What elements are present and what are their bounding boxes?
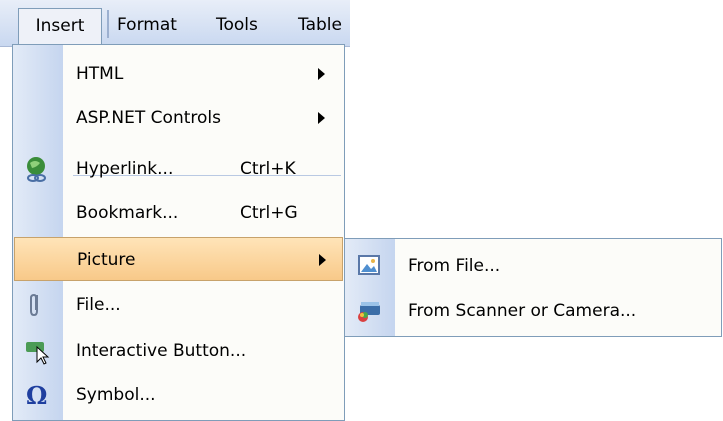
menu-item-hyperlink[interactable]: Hyperlink... Ctrl+K bbox=[13, 147, 344, 191]
menu-item-html[interactable]: HTML bbox=[13, 52, 344, 96]
menu-item-label: Picture bbox=[77, 250, 136, 270]
submenu-arrow-icon bbox=[318, 112, 325, 124]
menu-insert[interactable]: Insert bbox=[18, 8, 102, 44]
menu-item-label: From File... bbox=[408, 256, 501, 276]
menu-item-picture[interactable]: Picture bbox=[14, 237, 343, 281]
menu-item-label: Bookmark... bbox=[76, 203, 179, 223]
menu-item-from-scanner[interactable]: From Scanner or Camera... bbox=[345, 289, 721, 333]
menu-item-label: HTML bbox=[76, 64, 124, 84]
insert-menu: HTML ASP.NET Controls Hyperlink... Ctrl+… bbox=[12, 44, 345, 421]
menu-tools[interactable]: Tools bbox=[216, 13, 258, 37]
paperclip-icon bbox=[23, 291, 51, 319]
menu-bar: Insert Format Tools Table bbox=[0, 0, 350, 47]
submenu-arrow-icon bbox=[319, 254, 326, 266]
menu-item-bookmark[interactable]: Bookmark... Ctrl+G bbox=[13, 191, 344, 235]
menu-item-symbol[interactable]: Ω Symbol... bbox=[13, 373, 344, 417]
menubar-separator bbox=[107, 10, 109, 38]
globe-link-icon bbox=[23, 155, 51, 183]
menu-item-label: ASP.NET Controls bbox=[76, 108, 221, 128]
interactive-button-icon bbox=[23, 337, 51, 365]
menu-item-shortcut: Ctrl+K bbox=[240, 159, 296, 179]
menu-item-label: File... bbox=[76, 295, 121, 315]
menu-item-aspnet-controls[interactable]: ASP.NET Controls bbox=[13, 96, 344, 140]
menu-item-label: Interactive Button... bbox=[76, 341, 247, 361]
omega-icon: Ω bbox=[23, 381, 51, 410]
menu-item-label: From Scanner or Camera... bbox=[408, 301, 637, 321]
image-file-icon bbox=[355, 252, 383, 280]
menu-format[interactable]: Format bbox=[117, 13, 177, 37]
menu-item-shortcut: Ctrl+G bbox=[240, 203, 298, 223]
menu-table[interactable]: Table bbox=[298, 13, 342, 37]
menu-item-label: Hyperlink... bbox=[76, 159, 174, 179]
menu-item-from-file[interactable]: From File... bbox=[345, 244, 721, 288]
menu-item-label: Symbol... bbox=[76, 385, 156, 405]
svg-text:Ω: Ω bbox=[26, 381, 47, 409]
scanner-icon bbox=[355, 297, 383, 325]
picture-submenu: From File... From Scanner or Camera... bbox=[344, 238, 722, 337]
menu-item-interactive-button[interactable]: Interactive Button... bbox=[13, 329, 344, 373]
menu-item-file[interactable]: File... bbox=[13, 283, 344, 327]
submenu-arrow-icon bbox=[318, 68, 325, 80]
